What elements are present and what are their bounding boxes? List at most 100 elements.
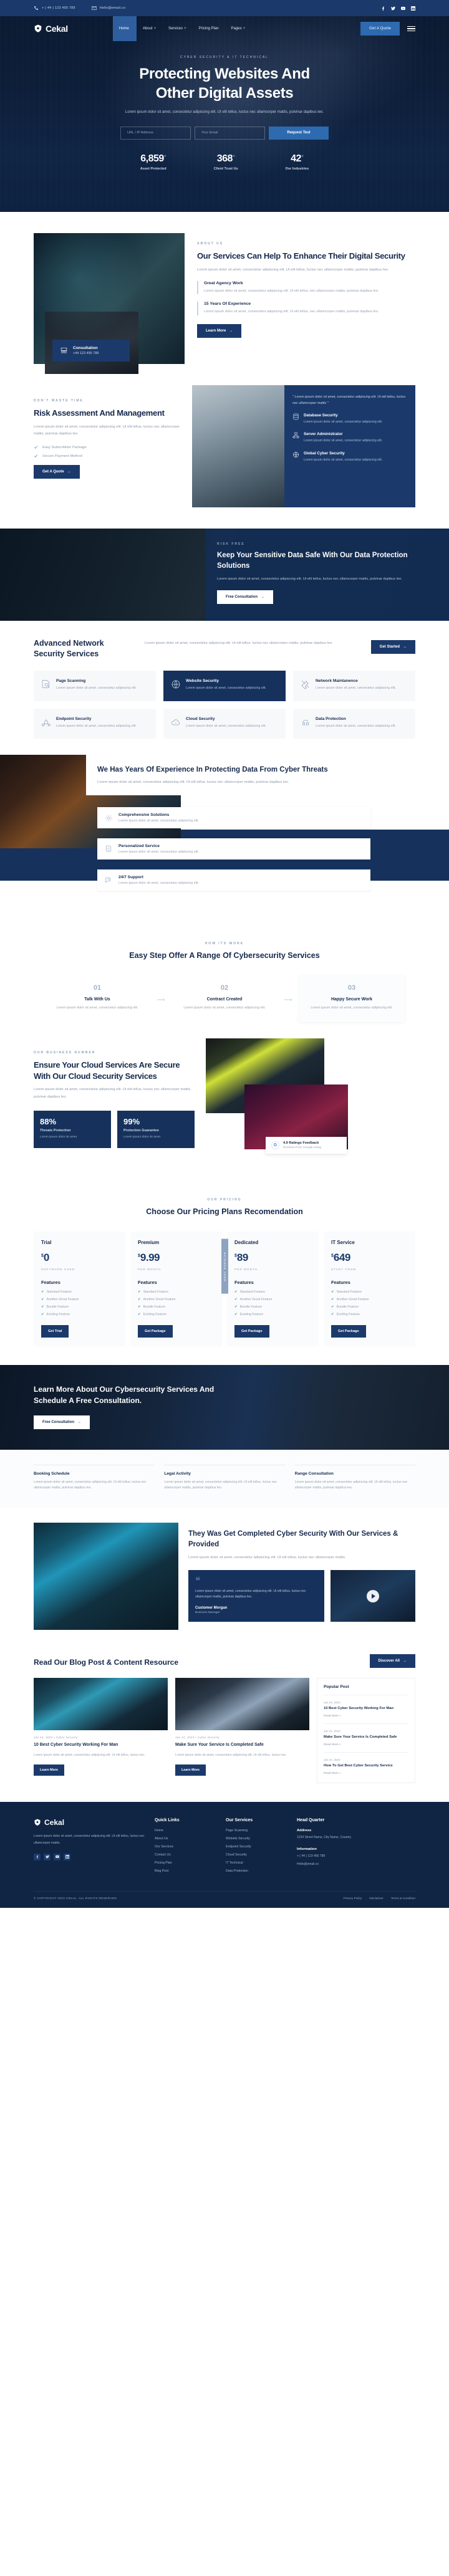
footer-link[interactable]: Blog Post [155, 1869, 217, 1873]
cta-body: Lorem ipsum dolor sit amet, consectetur … [217, 577, 402, 582]
plan-button[interactable]: Get Package [331, 1324, 366, 1338]
footer-col-heading: Head Quarter [297, 1818, 325, 1823]
experience-item-personalized-service[interactable]: Personalized Service Lorem ipsum dolor si… [97, 838, 370, 860]
footer-link[interactable]: Page Scanning [226, 1829, 288, 1832]
plan-feature: ✔ Exciting Feature [138, 1312, 167, 1316]
footer-link-list: Home About Us Our Services Contact Us Pr… [155, 1829, 217, 1873]
sidebar-post-readmore[interactable]: Read More » [324, 1772, 408, 1775]
brand-logo[interactable]: Cekal [34, 24, 68, 34]
footer-bottom-link[interactable]: Privacy Policy [344, 1897, 362, 1900]
check-icon: ✔ [138, 1290, 141, 1294]
youtube-icon[interactable] [54, 1853, 60, 1860]
url-input[interactable] [120, 126, 191, 140]
testimonial-image [34, 1523, 178, 1630]
nav-item-pages[interactable]: Pages + [225, 16, 252, 41]
topbar-phone[interactable]: + ( 44 ) 123 456 789 [34, 6, 75, 11]
nav-item-pricing-plan[interactable]: Pricing Plan [193, 16, 225, 41]
plan-button[interactable]: Get Trial [41, 1324, 69, 1338]
telephone-icon [60, 347, 67, 353]
get-started-button[interactable]: Get Started → [370, 640, 415, 654]
footer-bottom-link[interactable]: Disclaimer [369, 1897, 383, 1900]
twitter-icon[interactable] [390, 6, 395, 11]
footer-bottom-link[interactable]: Terms & Condition [391, 1897, 415, 1900]
footer-link[interactable]: Contact Us [155, 1853, 217, 1857]
sidebar-post-readmore[interactable]: Read More » [324, 1743, 408, 1746]
plan-unit: PER MONTH [138, 1267, 162, 1271]
get-a-quote-button[interactable]: Get A Quote [360, 22, 400, 36]
discover-all-button[interactable]: Discover All → [369, 1654, 415, 1669]
blog-card[interactable]: Jan 24, 2023 • Cyber Security 10 Best Cy… [34, 1678, 168, 1776]
email-input[interactable] [195, 126, 265, 140]
step-card[interactable]: 02 Contract Created Lorem ipsum dolor si… [171, 975, 278, 1022]
footer-link[interactable]: Data Protection [226, 1869, 288, 1873]
risk-service-item[interactable]: Global Cyber Security Lorem ipsum dolor … [292, 451, 407, 463]
twitter-icon[interactable] [44, 1853, 51, 1860]
footer-link[interactable]: Website Security [226, 1837, 288, 1841]
blog-card-button[interactable]: Learn More [34, 1764, 65, 1776]
sidebar-post-readmore[interactable]: Read More » [324, 1715, 408, 1718]
testimonial-content: They Was Get Completed Cyber Security Wi… [188, 1523, 415, 1630]
facebook-icon[interactable] [34, 1853, 41, 1860]
risk-service-item[interactable]: Server Administrator Lorem ipsum dolor s… [292, 432, 407, 444]
about-learn-more-button[interactable]: Learn More → [197, 324, 242, 338]
nav-item-about[interactable]: About + [137, 16, 162, 41]
footer-link[interactable]: IT Technical [226, 1861, 288, 1865]
footer-logo[interactable]: Cekal [34, 1818, 146, 1827]
rating-card[interactable]: G 4.9 Ratings Feedback Reviews From Goog… [266, 1137, 347, 1154]
blog-card-meta: Jan 24, 2023 • Cyber Security [175, 1736, 220, 1740]
linkedin-icon[interactable] [410, 6, 415, 11]
hero-title: Protecting Websites And Other Digital As… [0, 65, 449, 103]
info-columns-section: Booking Schedule Lorem ipsum dolor sit a… [0, 1449, 449, 1508]
request-test-button[interactable]: Request Test [269, 126, 329, 140]
footer-link[interactable]: Cloud Security [226, 1853, 288, 1857]
nav-item-services[interactable]: Services + [162, 16, 193, 41]
check-icon: ✔ [331, 1290, 334, 1294]
plan-button[interactable]: Get Package [138, 1324, 173, 1338]
experience-item-comprehensive-solutions[interactable]: Comprehensive Solutions Lorem ipsum dolor… [97, 807, 370, 829]
facebook-icon[interactable] [380, 6, 385, 11]
sidebar-post-item[interactable]: Jan 24, 2023 How To Get Best Cyber Secur… [324, 1758, 408, 1775]
footer-link[interactable]: About Us [155, 1837, 217, 1841]
testimonial-quote-card: ❝ Lorem ipsum dolor sit amet, consectetu… [188, 1570, 324, 1622]
consultation-card[interactable]: Consultation +44 123 456 789 [52, 340, 130, 362]
hero-section: Cekal Home About + Services + Pricing Plan… [0, 16, 449, 212]
blog-card-button[interactable]: Learn More [175, 1764, 206, 1776]
experience-item-title: Comprehensive Solutions [118, 813, 170, 818]
play-icon[interactable] [367, 1589, 379, 1602]
nav-label: Pricing Plan [198, 27, 219, 31]
cta-free-consultation-button[interactable]: Free Consultation → [217, 590, 274, 604]
cloud-stat-value: 88% [40, 1116, 57, 1126]
service-card-network-maintanence[interactable]: Network Maintanence Lorem ipsum dolor sit… [293, 670, 415, 701]
service-card-endpoint-security[interactable]: Endpoint Security Lorem ipsum dolor sit a… [34, 708, 156, 739]
footer-email[interactable]: Hello@email.co [297, 1862, 384, 1867]
youtube-icon[interactable] [400, 6, 405, 11]
cloud-stat-card: 99% Protection Guarantee Lorem ipsum dol… [117, 1110, 195, 1148]
cta2-consultation-button[interactable]: Free Consultation → [34, 1415, 90, 1429]
step-card[interactable]: 01 Talk With Us Lorem ipsum dolor sit am… [44, 975, 150, 1022]
topbar-email[interactable]: Hello@email.co [91, 6, 125, 11]
step-card[interactable]: 03 Happy Secure Work Lorem ipsum dolor s… [299, 975, 405, 1023]
service-card-page-scanning[interactable]: Page Scanning Lorem ipsum dolor sit amet,… [34, 670, 156, 701]
linkedin-icon[interactable] [64, 1853, 70, 1860]
footer-link[interactable]: Pricing Plan [155, 1861, 217, 1865]
divider [324, 1752, 408, 1753]
risk-quote-button[interactable]: Get A Quote → [34, 465, 80, 479]
testimonial-video[interactable] [331, 1570, 415, 1622]
sidebar-post-item[interactable]: Jan 24, 2023 Make Sure Your Service Is C… [324, 1730, 408, 1746]
blog-card[interactable]: Jan 24, 2023 • Cyber Security Make Sure … [175, 1678, 309, 1776]
service-card-website-security[interactable]: Website Security Lorem ipsum dolor sit am… [163, 670, 286, 701]
service-card-data-protection[interactable]: Data Protection Lorem ipsum dolor sit ame… [293, 708, 415, 739]
footer-link[interactable]: Endpoint Security [226, 1845, 288, 1849]
risk-service-item[interactable]: Database Security Lorem ipsum dolor sit … [292, 413, 407, 425]
document-edit-icon [105, 846, 112, 852]
hamburger-menu-icon[interactable] [407, 26, 415, 32]
service-card-cloud-security[interactable]: Cloud Security Lorem ipsum dolor sit amet… [163, 708, 286, 739]
footer-link[interactable]: Home [155, 1829, 217, 1832]
plan-button[interactable]: Get Package [234, 1324, 269, 1338]
stat-item: 42+ Our Industries [285, 153, 309, 171]
experience-item-support[interactable]: 24/7 Support Lorem ipsum dolor sit amet, … [97, 869, 370, 891]
nav-item-home[interactable]: Home [112, 16, 137, 41]
footer-link[interactable]: Our Services [155, 1845, 217, 1849]
footer-phone[interactable]: + ( 44 ) 123 456 789 [297, 1854, 384, 1859]
sidebar-post-item[interactable]: Jan 24, 2023 10 Best Cyber Security Work… [324, 1701, 408, 1718]
